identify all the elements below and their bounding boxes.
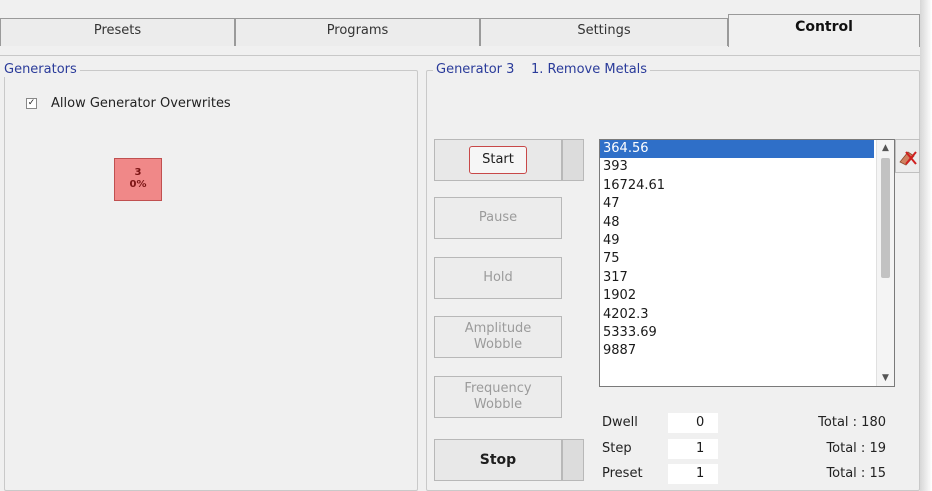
hold-button[interactable]: Hold — [434, 257, 562, 299]
stop-side-button[interactable] — [562, 439, 584, 481]
step-value: 1 — [668, 439, 718, 459]
scroll-thumb[interactable] — [881, 158, 890, 278]
step-total: Total : 19 — [826, 441, 886, 456]
start-button-label: Start — [469, 146, 527, 174]
list-scrollbar[interactable]: ▲ ▼ — [876, 140, 894, 386]
program-name: 1. Remove Metals — [530, 62, 648, 77]
list-item[interactable]: 9887 — [600, 342, 894, 360]
frequency-wobble-label-line2: Wobble — [473, 397, 523, 412]
amplitude-wobble-label-line1: Amplitude — [464, 321, 532, 336]
tab-control[interactable]: Control — [728, 14, 920, 47]
dwell-value: 0 — [668, 413, 718, 433]
preset-label: Preset — [602, 466, 643, 481]
generator-group-title: Generator 3 1. Remove Metals — [433, 62, 651, 77]
dwell-total: Total : 180 — [818, 415, 886, 430]
clear-list-button[interactable] — [895, 139, 920, 173]
frequency-wobble-label-line1: Frequency — [464, 381, 532, 396]
generator-tile[interactable]: 3 0% — [114, 158, 162, 201]
preset-total: Total : 15 — [826, 466, 886, 481]
allow-overwrites-option[interactable]: ✓ Allow Generator Overwrites — [26, 96, 231, 111]
scroll-down-icon[interactable]: ▼ — [877, 370, 894, 386]
list-item[interactable]: 75 — [600, 250, 894, 268]
tab-strip-divider — [0, 46, 920, 56]
list-item[interactable]: 47 — [600, 195, 894, 213]
allow-overwrites-label: Allow Generator Overwrites — [51, 96, 231, 111]
list-item[interactable]: 4202.3 — [600, 306, 894, 324]
list-item[interactable]: 393 — [600, 158, 894, 176]
list-item[interactable]: 364.56 — [600, 140, 874, 159]
tab-presets[interactable]: Presets — [0, 18, 235, 46]
start-side-button[interactable] — [562, 139, 584, 181]
tab-settings[interactable]: Settings — [480, 18, 728, 46]
amplitude-wobble-button[interactable]: Amplitude Wobble — [434, 316, 562, 358]
stop-button-label: Stop — [479, 452, 517, 468]
list-item[interactable]: 48 — [600, 214, 894, 232]
list-item[interactable]: 49 — [600, 232, 894, 250]
frequency-wobble-button[interactable]: Frequency Wobble — [434, 376, 562, 418]
pause-button-label: Pause — [478, 210, 518, 225]
list-item[interactable]: 317 — [600, 269, 894, 287]
generator-tile-percent: 0% — [129, 179, 147, 190]
window-shadow — [920, 0, 932, 491]
generator-name: Generator 3 — [436, 62, 515, 77]
list-item[interactable]: 16724.61 — [600, 177, 894, 195]
pause-button[interactable]: Pause — [434, 197, 562, 239]
frequency-list[interactable]: 364.56 393 16724.61 47 48 49 75 317 1902… — [599, 139, 895, 387]
start-button[interactable]: Start — [434, 139, 562, 181]
list-item[interactable]: 5333.69 — [600, 324, 894, 342]
scroll-up-icon[interactable]: ▲ — [877, 140, 894, 156]
dwell-label: Dwell — [602, 415, 638, 430]
hold-button-label: Hold — [483, 270, 513, 285]
clear-eraser-icon — [899, 151, 917, 166]
generators-group-title: Generators — [1, 62, 80, 77]
tab-bar: Presets Programs Settings Control — [0, 12, 920, 47]
generators-group: Generators — [1, 62, 418, 491]
list-item[interactable]: 1902 — [600, 287, 894, 305]
tab-programs[interactable]: Programs — [235, 18, 480, 46]
allow-overwrites-checkbox[interactable]: ✓ — [26, 98, 37, 109]
generator-tile-number: 3 — [134, 167, 142, 178]
amplitude-wobble-label-line2: Wobble — [473, 337, 523, 352]
control-window: Presets Programs Settings Control Genera… — [0, 0, 920, 491]
preset-value: 1 — [668, 464, 718, 484]
step-label: Step — [602, 441, 632, 456]
stop-button[interactable]: Stop — [434, 439, 562, 481]
